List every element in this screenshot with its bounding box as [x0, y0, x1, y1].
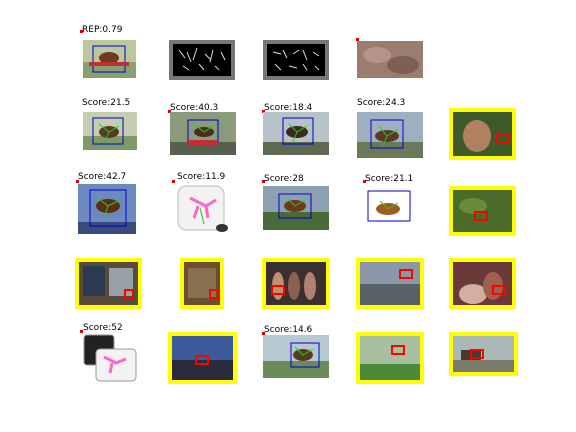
feature-map [263, 40, 329, 80]
thumbnail [263, 335, 329, 378]
thumbnail [263, 112, 329, 155]
thumbnail [78, 184, 136, 234]
thumbnail [83, 112, 137, 150]
highlighted-thumbnail [449, 186, 516, 236]
highlighted-thumbnail [449, 332, 518, 376]
thumbnail [170, 112, 236, 155]
highlighted-thumbnail [168, 332, 237, 384]
highlighted-thumbnail [75, 258, 142, 309]
thumbnail [357, 112, 423, 158]
highlighted-thumbnail [262, 258, 330, 309]
highlighted-thumbnail [356, 258, 424, 309]
thumbnail [263, 186, 329, 230]
score-label: Score:21.5 [82, 98, 131, 108]
score-label: Score:24.3 [357, 98, 406, 108]
score-label: Score:11.9 [177, 172, 226, 182]
icon-thumbnail [82, 333, 140, 383]
thumbnail [83, 40, 136, 78]
score-label: Score:14.6 [264, 325, 313, 335]
rep-label: REP:0.79 [82, 25, 123, 35]
highlighted-thumbnail [449, 108, 516, 160]
feature-map [169, 40, 235, 80]
score-label: Score:21.1 [365, 174, 414, 184]
highlighted-thumbnail [356, 332, 424, 384]
score-label: Score:52 [83, 323, 123, 333]
thumbnail [364, 187, 416, 227]
icon-thumbnail [176, 184, 228, 234]
highlighted-thumbnail [449, 258, 516, 309]
score-label: Score:42.7 [78, 172, 127, 182]
score-label: Score:28 [264, 174, 304, 184]
marker-dot [172, 180, 175, 183]
highlighted-thumbnail [180, 258, 224, 309]
texture-patch [357, 41, 423, 78]
